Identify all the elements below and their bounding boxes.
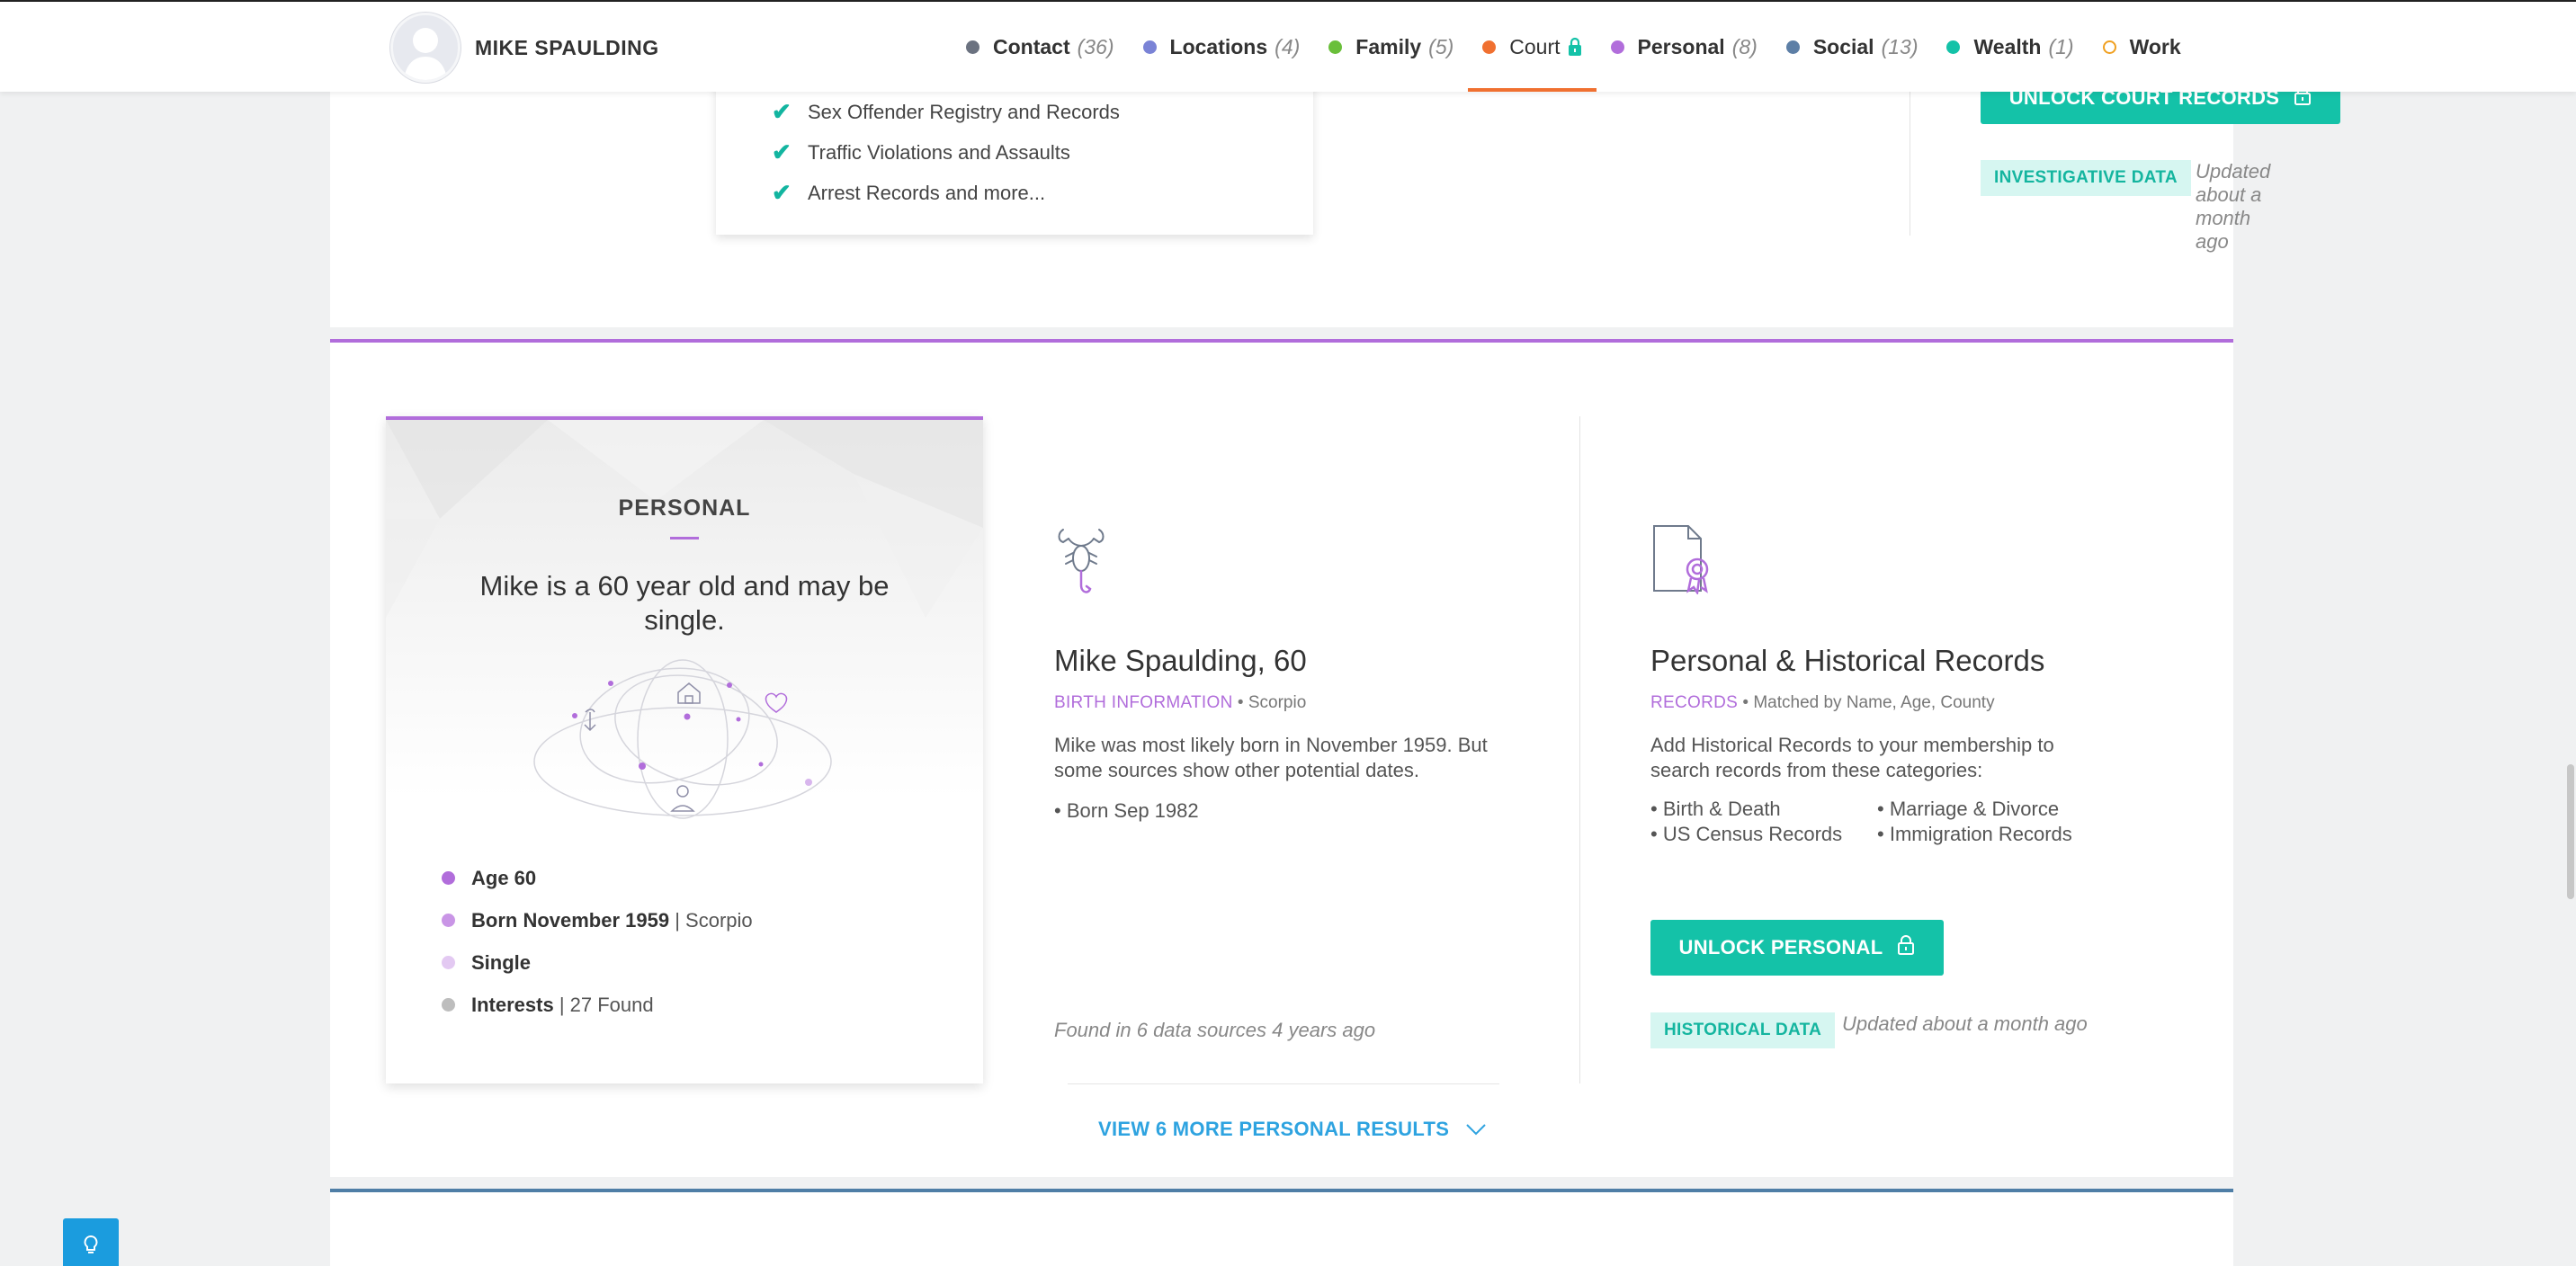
bullet-dot <box>442 956 455 969</box>
bullet-dot <box>442 998 455 1012</box>
personal-orbit-illustration <box>533 659 832 819</box>
top-navigation-bar: MIKE SPAULDING Contact (36) Locations (4) … <box>0 0 2576 92</box>
birth-description: Mike was most likely born in November 19… <box>1054 734 1488 781</box>
card-title: PERSONAL <box>618 495 751 521</box>
birth-heading: Mike Spaulding, 60 <box>1054 644 1307 677</box>
check-icon: ✔ <box>772 138 792 165</box>
list-item: • Immigration Records <box>1877 823 2072 845</box>
profile-header: MIKE SPAULDING <box>390 13 659 83</box>
list-item: • Marriage & Divorce <box>1877 798 2060 820</box>
tab-family[interactable]: Family (5) <box>1314 2 1468 92</box>
status-dot <box>1482 40 1497 54</box>
list-item: ✔ Sex Offender Registry and Records <box>772 98 1120 125</box>
section-divider <box>1068 1083 1499 1084</box>
list-item: • US Census Records <box>1650 823 1843 845</box>
historical-data-badge: HISTORICAL DATA <box>1650 1012 1836 1048</box>
certificate-icon <box>1653 525 1709 594</box>
profile-name: MIKE SPAULDING <box>475 35 659 59</box>
personal-summary-card: PERSONAL Mike is a 60 year old and may b… <box>386 416 983 1083</box>
status-dot <box>1946 40 1961 54</box>
section-tabs: Contact (36) Locations (4) Family (5) Court… <box>952 2 2196 92</box>
bullet-dot <box>442 871 455 885</box>
tab-locations[interactable]: Locations (4) <box>1129 2 1315 92</box>
records-meta: RECORDS • Matched by Name, Age, County <box>1650 693 1995 712</box>
check-icon: ✔ <box>772 98 792 125</box>
records-categories: • Birth & Death • Marriage & Divorce • U… <box>1650 798 2104 846</box>
list-item: Age 60 <box>442 857 753 899</box>
tab-contact[interactable]: Contact (36) <box>952 2 1129 92</box>
status-dot <box>1785 40 1800 54</box>
records-description: Add Historical Records to your membershi… <box>1650 734 2054 781</box>
page-scrollbar[interactable] <box>2567 764 2574 899</box>
lock-icon <box>1568 37 1582 57</box>
column-divider <box>1579 416 1580 1083</box>
records-heading: Personal & Historical Records <box>1650 644 2045 677</box>
scorpio-icon <box>1058 529 1105 593</box>
list-item: ✔ Traffic Violations and Assaults <box>772 138 1070 165</box>
next-section <box>330 1189 2233 1266</box>
court-checklist: ✔ Sex Offender Registry and Records ✔ Traf… <box>772 92 1120 213</box>
help-tips-button[interactable] <box>63 1218 119 1266</box>
investigative-data-badge: INVESTIGATIVE DATA <box>1981 160 2191 196</box>
tab-work[interactable]: Work <box>2089 2 2196 92</box>
list-item: • Birth & Death <box>1650 798 1781 820</box>
personal-summary-text: Mike is a 60 year old and may be single. <box>479 570 890 636</box>
lightbulb-icon <box>84 1235 98 1253</box>
list-item: Single <box>442 941 753 984</box>
status-dot <box>2102 40 2116 54</box>
avatar <box>390 13 461 83</box>
records-updated-text: Updated about a month ago <box>1842 1012 2088 1035</box>
list-item: Interests | 27 Found <box>442 984 753 1026</box>
list-item: Born November 1959 | Scorpio <box>442 899 753 941</box>
check-icon: ✔ <box>772 179 792 206</box>
birth-meta: BIRTH INFORMATION • Scorpio <box>1054 693 1307 712</box>
tab-court[interactable]: Court <box>1468 2 1597 92</box>
title-underline <box>670 537 699 539</box>
list-item: ✔ Arrest Records and more... <box>772 179 1046 206</box>
status-dot <box>1142 40 1157 54</box>
lock-icon <box>1897 934 1915 961</box>
personal-facts-list: Age 60 Born November 1959 | Scorpio Sing… <box>442 857 753 1026</box>
bullet-dot <box>442 914 455 927</box>
alternate-birth-date: • Born Sep 1982 <box>1054 799 1199 822</box>
data-sources-text: Found in 6 data sources 4 years ago <box>1054 1019 1376 1041</box>
court-updated-text: Updated about a month ago <box>2196 160 2271 253</box>
status-dot <box>1328 40 1343 54</box>
personal-section: PERSONAL Mike is a 60 year old and may b… <box>330 339 2233 1177</box>
tab-social[interactable]: Social (13) <box>1772 2 1933 92</box>
chevron-down-icon <box>1466 1124 1486 1136</box>
status-dot <box>966 40 979 54</box>
tab-personal[interactable]: Personal (8) <box>1597 2 1772 92</box>
status-dot <box>1610 40 1624 54</box>
tab-wealth[interactable]: Wealth (1) <box>1932 2 2088 92</box>
view-more-personal-link[interactable]: VIEW 6 MORE PERSONAL RESULTS <box>1098 1118 1487 1141</box>
unlock-personal-button[interactable]: UNLOCK PERSONAL <box>1650 920 1944 976</box>
